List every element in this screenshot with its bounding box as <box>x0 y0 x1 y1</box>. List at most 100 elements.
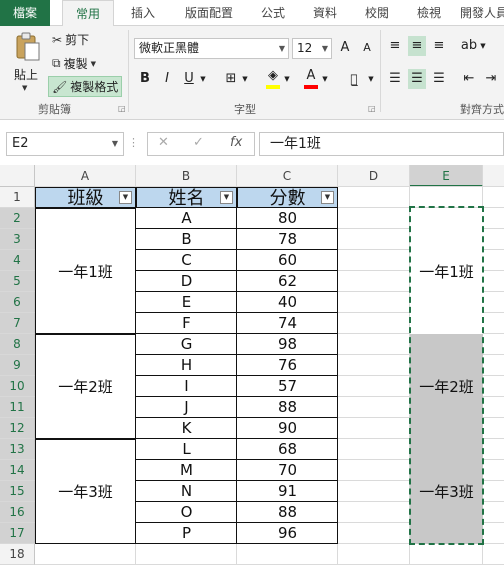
table-row-border <box>136 249 338 250</box>
paste-button[interactable]: 貼上 <box>14 66 38 83</box>
class-merged-cell[interactable]: 一年3班 <box>35 439 136 544</box>
column-header-e[interactable]: E <box>410 165 483 187</box>
insert-function-icon[interactable]: fx <box>230 135 242 150</box>
group-divider <box>128 30 129 112</box>
row-header[interactable]: 17 <box>0 523 35 544</box>
font-name-select[interactable]: 微軟正黑體 ▼ <box>134 38 289 59</box>
column-header-d[interactable]: D <box>338 165 410 187</box>
class-merged-cell[interactable]: 一年2班 <box>35 334 136 439</box>
row-header[interactable]: 1 <box>0 187 35 208</box>
orientation-icon: ab <box>460 38 478 53</box>
tab-review[interactable]: 校閱 <box>356 0 398 26</box>
chevron-down-icon: ▼ <box>111 139 118 148</box>
table-row-border <box>136 291 338 292</box>
row-header[interactable]: 3 <box>0 229 35 250</box>
orientation-button[interactable]: ab <box>460 36 478 56</box>
row-header[interactable]: 6 <box>0 292 35 313</box>
column-header-b[interactable]: B <box>136 165 237 187</box>
format-painter-button[interactable]: 🖌 複製格式 <box>48 76 123 97</box>
increase-indent-button[interactable]: ⇥ <box>482 69 500 89</box>
row-header[interactable]: 18 <box>0 544 35 565</box>
font-size-select[interactable]: 12 ▼ <box>292 38 332 59</box>
shrink-font-button[interactable]: A <box>358 38 376 58</box>
font-color-button[interactable]: A <box>302 69 320 89</box>
paste-icon[interactable] <box>14 32 42 62</box>
phonetic-icon: 中̲ <box>350 72 358 86</box>
fill-color-dropdown-icon[interactable]: ▼ <box>282 69 292 89</box>
align-top-button[interactable]: ≡ <box>386 36 404 56</box>
align-bottom-button[interactable]: ≡ <box>430 36 448 56</box>
name-box[interactable]: E2 ▼ <box>6 132 124 156</box>
italic-button[interactable]: I <box>158 69 176 89</box>
select-all-corner[interactable] <box>0 165 35 187</box>
fill-color-button[interactable]: ◈ <box>264 69 282 89</box>
bold-button[interactable]: B <box>136 69 154 89</box>
row-header[interactable]: 12 <box>0 418 35 439</box>
column-header-f[interactable] <box>483 165 504 187</box>
row-header[interactable]: 4 <box>0 250 35 271</box>
class-merged-cell[interactable]: 一年1班 <box>35 208 136 334</box>
align-left-button[interactable]: ☰ <box>386 69 404 89</box>
row-header[interactable]: 13 <box>0 439 35 460</box>
align-middle-button[interactable]: ≡ <box>408 36 426 56</box>
decrease-indent-button[interactable]: ⇤ <box>460 69 478 89</box>
clipboard-launcher-icon[interactable]: ◲ <box>118 104 126 113</box>
font-size-value: 12 <box>297 41 313 55</box>
copy-button[interactable]: ⧉ 複製 ▼ <box>52 55 96 72</box>
paste-label: 貼上 <box>14 68 39 82</box>
font-name-value: 微軟正黑體 <box>139 41 200 55</box>
chevron-down-icon: ▼ <box>278 44 285 53</box>
formula-input[interactable]: 一年1班 <box>259 132 504 156</box>
font-color-dropdown-icon[interactable]: ▼ <box>320 69 330 89</box>
borders-dropdown-icon[interactable]: ▼ <box>240 69 250 89</box>
borders-icon: ⊞ <box>225 71 237 86</box>
cancel-icon[interactable]: ✕ <box>158 135 169 150</box>
enter-icon[interactable]: ✓ <box>193 135 204 150</box>
phonetic-button[interactable]: 中̲ <box>342 69 366 89</box>
align-center-button[interactable]: ☰ <box>408 69 426 89</box>
align-right-button[interactable]: ☰ <box>430 69 448 89</box>
table-row-border <box>136 522 338 523</box>
tab-developer[interactable]: 開發人員 <box>460 0 504 26</box>
row-header[interactable]: 2 <box>0 208 35 229</box>
row-header[interactable]: 11 <box>0 397 35 418</box>
tab-formulas[interactable]: 公式 <box>252 0 294 26</box>
gridline <box>35 564 504 565</box>
font-color-swatch <box>304 85 318 89</box>
row-header[interactable]: 7 <box>0 313 35 334</box>
header-label-class: 班級 <box>67 188 104 209</box>
tab-view[interactable]: 檢視 <box>408 0 450 26</box>
formula-bar-splitter-icon[interactable]: ⋮ <box>128 136 139 149</box>
cut-button[interactable]: ✂ 剪下 <box>52 31 89 48</box>
copy-marquee <box>409 206 484 545</box>
row-header[interactable]: 14 <box>0 460 35 481</box>
column-header-c[interactable]: C <box>237 165 338 187</box>
copy-dropdown-icon[interactable]: ▼ <box>91 60 96 68</box>
row-header[interactable]: 8 <box>0 334 35 355</box>
font-launcher-icon[interactable]: ◲ <box>368 104 376 113</box>
borders-button[interactable]: ⊞ <box>222 69 240 89</box>
tab-home[interactable]: 常用 <box>62 0 114 27</box>
row-header[interactable]: 15 <box>0 481 35 502</box>
paste-dropdown-icon[interactable]: ▼ <box>22 84 27 92</box>
underline-dropdown-icon[interactable]: ▼ <box>198 69 208 89</box>
tab-insert[interactable]: 插入 <box>120 0 166 26</box>
filter-dropdown-icon[interactable]: ▼ <box>119 191 132 204</box>
underline-button[interactable]: U <box>180 69 198 89</box>
orientation-dropdown-icon[interactable]: ▼ <box>478 36 488 56</box>
font-color-icon: A <box>306 68 316 83</box>
row-header[interactable]: 5 <box>0 271 35 292</box>
paintbrush-icon: 🖌 <box>52 79 68 94</box>
table-left-border <box>35 187 36 544</box>
tab-file[interactable]: 檔案 <box>0 0 50 26</box>
table-row-border <box>136 543 338 544</box>
row-header[interactable]: 16 <box>0 502 35 523</box>
grow-font-button[interactable]: A <box>336 38 354 58</box>
column-header-a[interactable]: A <box>35 165 136 187</box>
worksheet-grid[interactable]: A B C D E 1 2 3 4 5 6 7 8 9 10 11 12 13 14 15 16 17 18 班級 ▼… <box>0 165 504 571</box>
tab-page-layout[interactable]: 版面配置 <box>176 0 242 26</box>
phonetic-dropdown-icon[interactable]: ▼ <box>366 69 376 89</box>
tab-data[interactable]: 資料 <box>304 0 346 26</box>
row-header[interactable]: 10 <box>0 376 35 397</box>
row-header[interactable]: 9 <box>0 355 35 376</box>
